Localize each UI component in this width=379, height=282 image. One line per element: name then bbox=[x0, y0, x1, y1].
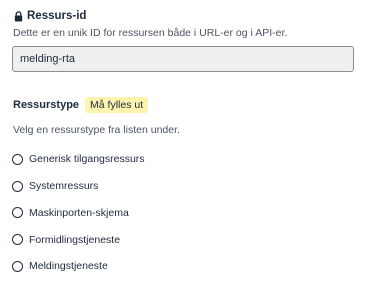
radio-option-maskinporten-schema[interactable]: Maskinporten-skjema bbox=[12, 200, 145, 227]
radio-option-broker-service[interactable]: Formidlingstjeneste bbox=[12, 226, 145, 253]
radio-label: Maskinporten-skjema bbox=[29, 206, 129, 219]
resource-type-label: Ressurstype bbox=[13, 99, 80, 111]
radio-label: Systemressurs bbox=[29, 180, 99, 193]
radio-option-message-service[interactable]: Meldingstjeneste bbox=[12, 253, 145, 280]
radio-button[interactable] bbox=[12, 260, 23, 272]
resource-type-radio-group: Generisk tilgangsressurs Systemressurs M… bbox=[12, 146, 145, 280]
radio-button[interactable] bbox=[12, 180, 23, 192]
resource-id-description: Dette er en unik ID for ressursen både i… bbox=[13, 27, 288, 39]
radio-button[interactable] bbox=[12, 153, 23, 165]
radio-option-system[interactable]: Systemressurs bbox=[12, 173, 145, 200]
resource-id-label: Ressurs-id bbox=[27, 10, 87, 22]
resource-type-label-row: Ressurstype Må fylles ut bbox=[13, 97, 149, 113]
radio-label: Generisk tilgangsressurs bbox=[29, 153, 145, 166]
radio-label: Formidlingstjeneste bbox=[29, 233, 121, 246]
resource-type-description: Velg en ressurstype fra listen under. bbox=[13, 124, 180, 136]
radio-label: Meldingstjeneste bbox=[29, 260, 108, 273]
resource-id-label-row: Ressurs-id bbox=[14, 10, 86, 22]
required-badge: Må fylles ut bbox=[85, 97, 149, 113]
radio-option-generic-access[interactable]: Generisk tilgangsressurs bbox=[12, 146, 145, 173]
lock-icon bbox=[14, 10, 23, 21]
radio-button[interactable] bbox=[12, 207, 23, 219]
radio-button[interactable] bbox=[12, 234, 23, 246]
resource-id-input[interactable] bbox=[12, 46, 354, 72]
